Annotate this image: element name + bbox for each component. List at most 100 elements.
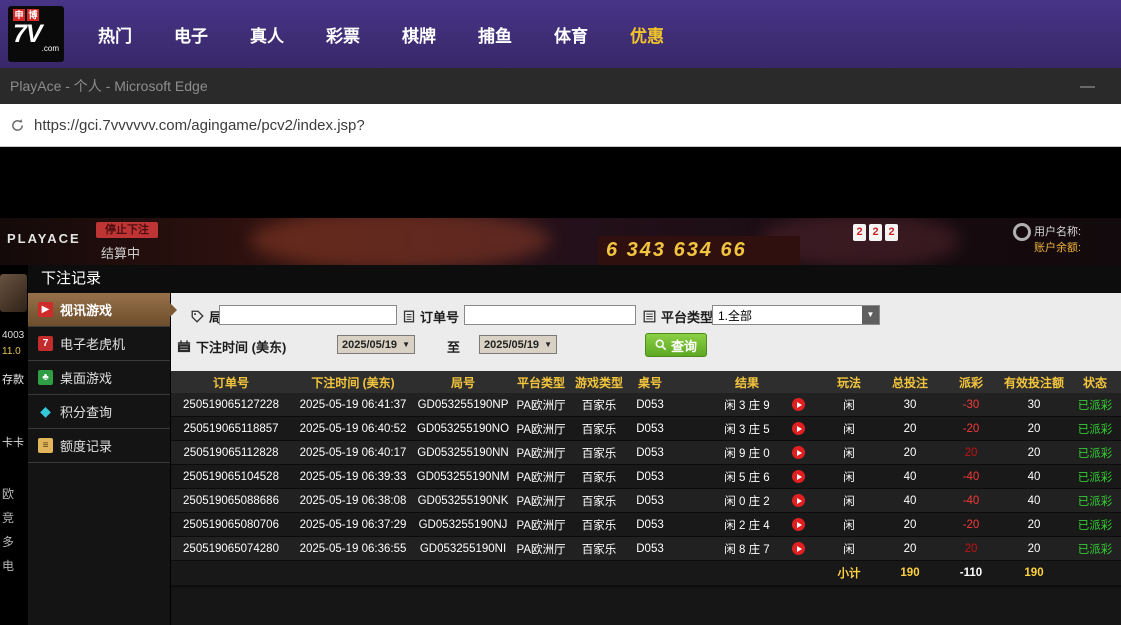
document-icon [403, 310, 415, 323]
replay-play-icon[interactable] [792, 446, 805, 459]
replay-play-icon[interactable] [792, 422, 805, 435]
chevron-down-icon: ▼ [402, 340, 410, 349]
total-bet-cell: 40 [877, 465, 943, 489]
modal-sidebar: ▶ 视讯游戏 7 电子老虎机 ♣ 桌面游戏 ◆ 积分查询 ≡ 额度记录 [28, 293, 171, 625]
status-cell: 已派彩 [1069, 393, 1121, 417]
betting-records-modal: 下注记录 ▶ 视讯游戏 7 电子老虎机 ♣ 桌面游戏 ◆ 积分查询 ≡ 额度记录 [28, 265, 1121, 625]
payout-cell: -30 [943, 393, 999, 417]
payout-cell: -20 [943, 513, 999, 537]
play-cell: 闲 [821, 393, 877, 417]
valid-bet-cell: 20 [999, 513, 1069, 537]
payout-cell: -40 [943, 489, 999, 513]
col-header-table-no: 桌号 [627, 371, 673, 393]
nav-item-hot[interactable]: 热门 [98, 22, 132, 47]
nav-item-sports[interactable]: 体育 [554, 22, 588, 47]
nav-item-live[interactable]: 真人 [250, 22, 284, 47]
replay-play-icon[interactable] [792, 542, 805, 555]
order-cell: 250519065118857 [171, 417, 291, 441]
subtotal-row: 小计 190 -110 190 [171, 561, 1121, 586]
calendar-icon [177, 340, 191, 353]
sidebar-item-table-games[interactable]: ♣ 桌面游戏 [28, 361, 170, 395]
table-no-cell: D053 [627, 465, 673, 489]
gem-icon: ◆ [38, 404, 53, 419]
play-cell: 闲 [821, 465, 877, 489]
platform-cell: PA欧洲厅 [511, 537, 571, 561]
result-cell: 闲 3 庄 9 [673, 393, 821, 417]
sidebar-item-label: 桌面游戏 [60, 368, 112, 387]
list-icon [643, 310, 656, 323]
replay-play-icon[interactable] [792, 494, 805, 507]
time-cell: 2025-05-19 06:38:08 [291, 489, 415, 513]
table-no-cell: D053 [627, 441, 673, 465]
game-type-cell: 百家乐 [571, 441, 627, 465]
hall-menu-partial[interactable]: 多 [2, 533, 14, 550]
search-button[interactable]: 查询 [645, 333, 707, 357]
stop-bet-button[interactable]: 停止下注 [96, 222, 158, 238]
card-icon: 2 [869, 224, 882, 241]
subtotal-label: 小计 [821, 561, 877, 586]
sidebar-item-slot-machines[interactable]: 7 电子老虎机 [28, 327, 170, 361]
valid-bet-cell: 20 [999, 441, 1069, 465]
total-bet-cell: 20 [877, 441, 943, 465]
site-logo[interactable]: 申 博 7V .com [8, 6, 64, 62]
game-type-cell: 百家乐 [571, 465, 627, 489]
nav-item-fishing[interactable]: 捕鱼 [478, 22, 512, 47]
club-suit-icon: ♣ [38, 370, 53, 385]
table-no-cell: D053 [627, 537, 673, 561]
table-no-cell: D053 [627, 513, 673, 537]
nav-item-lottery[interactable]: 彩票 [326, 22, 360, 47]
hall-menu-partial[interactable]: 欧 [2, 485, 14, 502]
order-number-input[interactable] [464, 305, 636, 325]
payout-cell: 20 [943, 441, 999, 465]
search-icon [655, 339, 667, 351]
result-text: 闲 9 庄 0 [724, 445, 769, 461]
card-icons: 2 2 2 [853, 224, 898, 241]
date-to-picker[interactable]: 2025/05/19 ▼ [479, 335, 557, 354]
platform-cell: PA欧洲厅 [511, 417, 571, 441]
address-input[interactable]: https://gci.7vvvvvv.com/agingame/pcv2/in… [34, 117, 365, 134]
screen: { "nav": { "logo": { "badge1": "申", "bad… [0, 0, 1121, 625]
chevron-down-icon: ▼ [862, 306, 879, 324]
round-cell: GD053255190NN [415, 441, 511, 465]
result-cell: 闲 5 庄 6 [673, 465, 821, 489]
round-number-input[interactable] [219, 305, 397, 325]
hall-menu-partial[interactable]: 竞 [2, 509, 14, 526]
order-cell: 250519065104528 [171, 465, 291, 489]
play-cell: 闲 [821, 417, 877, 441]
col-header-time: 下注时间 (美东) [291, 371, 415, 393]
nav-item-promos[interactable]: 优惠 [630, 22, 664, 47]
replay-play-icon[interactable] [792, 470, 805, 483]
time-cell: 2025-05-19 06:37:29 [291, 513, 415, 537]
minimize-button[interactable]: — [1080, 78, 1095, 95]
records-table-wrap: 订单号 下注时间 (美东) 局号 平台类型 游戏类型 桌号 结果 玩法 总投注 … [171, 371, 1121, 620]
sidebar-item-credit-records[interactable]: ≡ 额度记录 [28, 429, 170, 463]
balance-label: 账户余额: [1034, 239, 1081, 255]
reload-icon[interactable] [10, 118, 25, 133]
payout-cell: 20 [943, 537, 999, 561]
search-button-label: 查询 [671, 336, 697, 355]
replay-play-icon[interactable] [792, 398, 805, 411]
order-cell: 250519065127228 [171, 393, 291, 417]
deposit-link-partial[interactable]: 存款 [2, 371, 24, 387]
settings-gear-icon[interactable] [1013, 223, 1031, 241]
hall-menu-partial[interactable]: 电 [2, 557, 14, 574]
nav-item-slots[interactable]: 电子 [174, 22, 208, 47]
window-title: PlayAce - 个人 - Microsoft Edge [10, 76, 208, 96]
round-cell: GD053255190NO [415, 417, 511, 441]
sidebar-item-points-query[interactable]: ◆ 积分查询 [28, 395, 170, 429]
site-nav: 申 博 7V .com 热门 电子 真人 彩票 棋牌 捕鱼 体育 优惠 [0, 0, 1121, 68]
browser-titlebar: PlayAce - 个人 - Microsoft Edge — [0, 68, 1121, 104]
playace-logo: PLAYACE [7, 231, 81, 246]
settling-status: 结算中 [101, 243, 140, 262]
platform-type-select[interactable]: 1.全部 ▼ [712, 305, 880, 325]
sidebar-item-video-games[interactable]: ▶ 视讯游戏 [28, 293, 170, 327]
status-cell: 已派彩 [1069, 513, 1121, 537]
order-cell: 250519065080706 [171, 513, 291, 537]
nav-item-cards[interactable]: 棋牌 [402, 22, 436, 47]
result-text: 闲 2 庄 4 [724, 517, 769, 533]
col-header-payout: 派彩 [943, 371, 999, 393]
date-from-picker[interactable]: 2025/05/19 ▼ [337, 335, 415, 354]
card-icon: 2 [885, 224, 898, 241]
chevron-down-icon: ▼ [544, 340, 552, 349]
replay-play-icon[interactable] [792, 518, 805, 531]
